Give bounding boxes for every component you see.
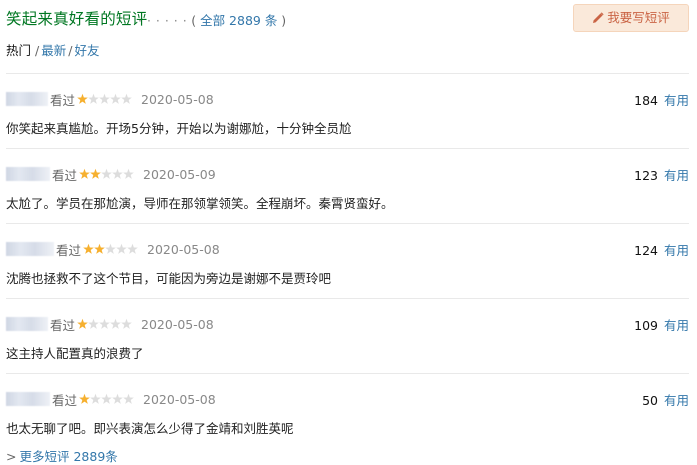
title-meta: · · · · · · ( 全部 2889 条 ) bbox=[138, 10, 286, 29]
seen-status: 看过 bbox=[50, 317, 76, 333]
star-empty-icon bbox=[123, 393, 134, 404]
vote-area: 124 有用 bbox=[634, 240, 689, 259]
star-filled-icon bbox=[79, 393, 90, 404]
star-empty-icon bbox=[99, 93, 110, 104]
seen-status: 看过 bbox=[52, 167, 78, 183]
review-date: 2020-05-08 bbox=[147, 241, 220, 257]
review-date: 2020-05-08 bbox=[141, 91, 214, 107]
vote-area: 109 有用 bbox=[634, 315, 689, 334]
star-rating bbox=[79, 168, 134, 179]
star-empty-icon bbox=[127, 243, 138, 254]
review-meta: 看过 2020-05-08 bbox=[6, 240, 220, 258]
star-filled-icon bbox=[94, 243, 105, 254]
star-empty-icon bbox=[121, 93, 132, 104]
review-date: 2020-05-08 bbox=[143, 391, 216, 407]
review-item: 看过 2020-05-08 50 有用 也太无聊了吧。即兴表演怎么少得了金靖和刘胜… bbox=[6, 373, 689, 448]
vote-count: 124 bbox=[634, 243, 658, 258]
star-rating bbox=[79, 393, 134, 404]
vote-count: 109 bbox=[634, 318, 658, 333]
star-empty-icon bbox=[99, 318, 110, 329]
vote-area: 123 有用 bbox=[634, 165, 689, 184]
username-blurred[interactable] bbox=[6, 392, 50, 406]
review-item: 看过 2020-05-09 123 有用 太尬了。学员在那尬演，导师在那领掌领笑。… bbox=[6, 148, 689, 223]
username-blurred[interactable] bbox=[6, 317, 48, 331]
vote-count: 50 bbox=[642, 393, 658, 408]
more-reviews-label: 更多短评 2889条 bbox=[19, 449, 118, 464]
tab-separator: / bbox=[35, 43, 40, 58]
star-filled-icon bbox=[90, 168, 101, 179]
star-filled-icon bbox=[83, 243, 94, 254]
tab-separator: / bbox=[68, 43, 73, 58]
sort-tabs: 热门 / 最新 / 好友 bbox=[6, 40, 99, 59]
write-review-button[interactable]: 我要写短评 bbox=[573, 4, 689, 32]
total-open: ( bbox=[191, 13, 201, 28]
star-empty-icon bbox=[110, 93, 121, 104]
pencil-icon bbox=[593, 12, 604, 23]
star-empty-icon bbox=[105, 243, 116, 254]
vote-count: 123 bbox=[634, 168, 658, 183]
review-item: 看过 2020-05-08 124 有用 沈腾也拯救不了这个节目，可能因为旁边是谢… bbox=[6, 223, 689, 298]
star-empty-icon bbox=[101, 393, 112, 404]
useful-button[interactable]: 有用 bbox=[664, 243, 689, 258]
useful-button[interactable]: 有用 bbox=[664, 393, 689, 408]
write-review-label: 我要写短评 bbox=[607, 10, 670, 25]
review-item: 看过 2020-05-08 109 有用 这主持人配置真的浪费了 bbox=[6, 298, 689, 373]
review-content: 这主持人配置真的浪费了 bbox=[6, 346, 144, 361]
review-content: 太尬了。学员在那尬演，导师在那领掌领笑。全程崩坏。秦霄贤蛮好。 bbox=[6, 196, 394, 211]
star-empty-icon bbox=[110, 318, 121, 329]
star-filled-icon bbox=[77, 93, 88, 104]
vote-area: 50 有用 bbox=[642, 390, 689, 409]
star-rating bbox=[83, 243, 138, 254]
review-meta: 看过 2020-05-08 bbox=[6, 390, 216, 408]
vote-area: 184 有用 bbox=[634, 90, 689, 109]
star-filled-icon bbox=[79, 168, 90, 179]
star-empty-icon bbox=[121, 318, 132, 329]
all-comments-link[interactable]: 全部 2889 条 bbox=[200, 13, 277, 28]
review-content: 你笑起来真尴尬。开场5分钟，开始以为谢娜尬，十分钟全员尬 bbox=[6, 121, 352, 136]
star-empty-icon bbox=[112, 168, 123, 179]
more-arrow: > bbox=[6, 449, 17, 464]
vote-count: 184 bbox=[634, 93, 658, 108]
username-blurred[interactable] bbox=[6, 92, 48, 106]
review-meta: 看过 2020-05-08 bbox=[6, 315, 214, 333]
page-title: 笑起来真好看的短评 bbox=[6, 10, 148, 28]
useful-button[interactable]: 有用 bbox=[664, 318, 689, 333]
star-filled-icon bbox=[77, 318, 88, 329]
seen-status: 看过 bbox=[56, 242, 82, 258]
seen-status: 看过 bbox=[52, 392, 78, 408]
star-empty-icon bbox=[116, 243, 127, 254]
star-empty-icon bbox=[88, 318, 99, 329]
review-content: 也太无聊了吧。即兴表演怎么少得了金靖和刘胜英呢 bbox=[6, 421, 294, 436]
star-empty-icon bbox=[112, 393, 123, 404]
tab-friends[interactable]: 好友 bbox=[74, 43, 99, 58]
star-empty-icon bbox=[101, 168, 112, 179]
comments-header: 笑起来真好看的短评 · · · · · · ( 全部 2889 条 ) 我要写短… bbox=[6, 4, 689, 32]
total-close: ) bbox=[277, 13, 287, 28]
star-empty-icon bbox=[88, 93, 99, 104]
title-dots: · · · · · · bbox=[138, 13, 188, 28]
star-rating bbox=[77, 93, 132, 104]
star-empty-icon bbox=[123, 168, 134, 179]
review-list: 看过 2020-05-08 184 有用 你笑起来真尴尬。开场5分钟，开始以为谢娜… bbox=[6, 73, 689, 448]
useful-button[interactable]: 有用 bbox=[664, 168, 689, 183]
seen-status: 看过 bbox=[50, 92, 76, 108]
more-reviews-link[interactable]: > 更多短评 2889条 bbox=[6, 446, 118, 465]
tab-hot[interactable]: 热门 bbox=[6, 43, 31, 58]
username-blurred[interactable] bbox=[6, 167, 50, 181]
review-meta: 看过 2020-05-08 bbox=[6, 90, 214, 108]
review-item: 看过 2020-05-08 184 有用 你笑起来真尴尬。开场5分钟，开始以为谢娜… bbox=[6, 73, 689, 148]
star-empty-icon bbox=[90, 393, 101, 404]
review-date: 2020-05-08 bbox=[141, 316, 214, 332]
review-content: 沈腾也拯救不了这个节目，可能因为旁边是谢娜不是贾玲吧 bbox=[6, 271, 332, 286]
useful-button[interactable]: 有用 bbox=[664, 93, 689, 108]
star-rating bbox=[77, 318, 132, 329]
review-date: 2020-05-09 bbox=[143, 166, 216, 182]
review-meta: 看过 2020-05-09 bbox=[6, 165, 216, 183]
tab-latest[interactable]: 最新 bbox=[41, 43, 66, 58]
username-blurred[interactable] bbox=[6, 242, 54, 256]
